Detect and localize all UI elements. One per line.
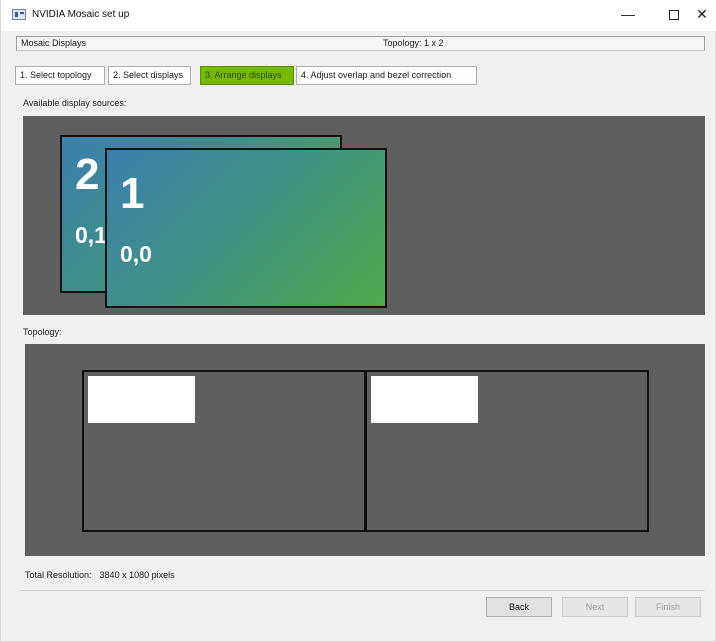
tab-select-displays[interactable]: 2. Select displays [108, 66, 191, 85]
display-number: 2 [75, 150, 100, 199]
app-icon [12, 9, 26, 20]
topology-slot[interactable] [82, 370, 366, 532]
maximize-icon [669, 10, 679, 20]
display-coordinate: 0,0 [120, 241, 152, 267]
finish-button[interactable]: Finish [635, 597, 701, 617]
topology-panel [25, 344, 705, 556]
resolution-label: Total Resolution: [25, 570, 92, 580]
close-button[interactable]: ✕ [687, 0, 716, 31]
window-title: NVIDIA Mosaic set up [32, 9, 130, 20]
resolution-value: 3840 x 1080 pixels [99, 570, 175, 580]
slot-placeholder [371, 376, 478, 423]
topology-slot[interactable] [365, 370, 649, 532]
available-sources-panel: 2 0,1 1 0,0 [23, 116, 705, 315]
mosaic-setup-window: NVIDIA Mosaic set up — ✕ Mosaic Displays… [0, 0, 716, 642]
tab-adjust-overlap[interactable]: 4. Adjust overlap and bezel correction [296, 66, 477, 85]
display-number: 1 [120, 169, 145, 218]
minimize-button[interactable]: — [605, 0, 651, 31]
divider [19, 590, 705, 591]
display-source-1[interactable]: 1 0,0 [105, 148, 387, 308]
topology-label: Topology: [23, 327, 62, 337]
title-bar: NVIDIA Mosaic set up — ✕ [1, 0, 716, 31]
back-button[interactable]: Back [486, 597, 552, 617]
topology-summary: Topology: 1 x 2 [383, 38, 444, 48]
slot-placeholder [88, 376, 195, 423]
total-resolution: Total Resolution: 3840 x 1080 pixels [25, 570, 175, 580]
next-button[interactable]: Next [562, 597, 628, 617]
tab-select-topology[interactable]: 1. Select topology [15, 66, 105, 85]
mosaic-displays-label: Mosaic Displays [21, 38, 87, 48]
info-bar: Mosaic Displays Topology: 1 x 2 [16, 36, 705, 51]
tab-arrange-displays[interactable]: 3. Arrange displays [200, 66, 294, 85]
available-sources-label: Available display sources: [23, 98, 127, 108]
display-coordinate: 0,1 [75, 222, 107, 248]
